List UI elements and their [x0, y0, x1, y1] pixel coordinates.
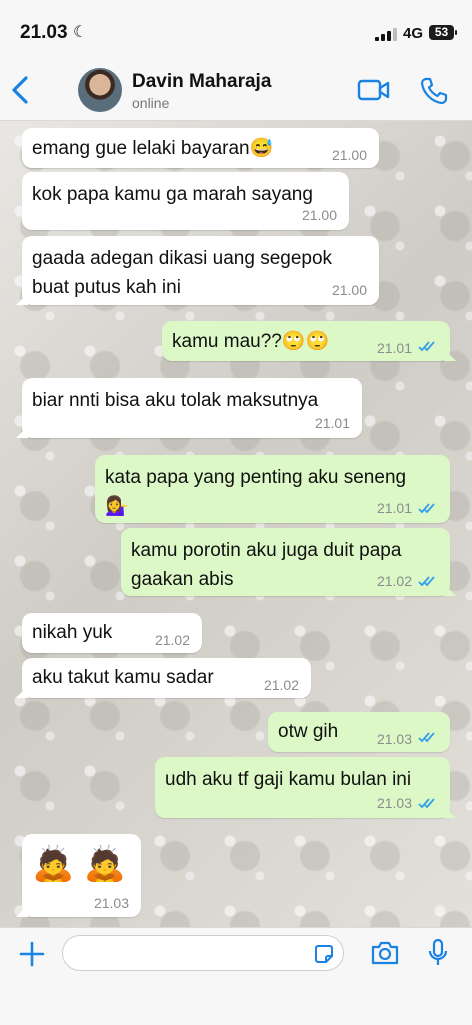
- message-text: udh aku tf gaji kamu bulan ini: [165, 769, 412, 790]
- message-text: kamu mau??🙄🙄: [172, 331, 330, 352]
- camera-button[interactable]: [370, 940, 400, 966]
- back-chevron-icon: [12, 76, 28, 104]
- camera-icon: [371, 941, 399, 965]
- contact-name[interactable]: Davin Maharaja: [132, 71, 271, 93]
- contact-status: online: [132, 95, 170, 111]
- message-bubble[interactable]: gaada adegan dikasi uang segepok buat pu…: [16, 236, 379, 305]
- read-ticks-icon: [418, 576, 435, 587]
- microphone-icon: [428, 938, 448, 965]
- attach-button[interactable]: [18, 940, 46, 968]
- plus-icon: [19, 941, 45, 967]
- status-bar: 21.03 ☾ 4G 53: [0, 0, 472, 62]
- message-bubble[interactable]: 🙇 🙇 21.03: [16, 834, 141, 917]
- battery-level: 53: [429, 25, 457, 40]
- read-ticks-icon: [418, 798, 435, 809]
- message-text: otw gih: [278, 721, 339, 742]
- status-time: 21.03: [20, 22, 68, 43]
- back-button[interactable]: [8, 70, 34, 110]
- chat-header: Davin Maharaja online: [0, 62, 472, 121]
- video-call-icon: [357, 79, 390, 101]
- message-text: kok papa kamu ga marah sayang: [32, 184, 313, 205]
- avatar[interactable]: [78, 68, 122, 112]
- voice-call-button[interactable]: [418, 75, 450, 107]
- phone-icon: [420, 77, 448, 105]
- video-call-button[interactable]: [357, 76, 391, 104]
- message-time: 21.03: [376, 795, 412, 811]
- message-time: 21.02: [376, 573, 412, 589]
- message-time: 21.01: [376, 500, 412, 516]
- message-input[interactable]: [62, 935, 344, 971]
- message-text: emang gue lelaki bayaran😅: [32, 138, 274, 159]
- message-bubble[interactable]: kata papa yang penting aku seneng 💁‍♀️ 2…: [95, 455, 450, 523]
- message-text: biar nnti bisa aku tolak maksutnya: [32, 390, 319, 411]
- message-time: 21.02: [154, 632, 190, 648]
- message-text: kata papa yang penting aku seneng 💁‍♀️: [105, 467, 407, 517]
- message-text: gaada adegan dikasi uang segepok buat pu…: [32, 248, 333, 298]
- network-type: 4G: [403, 25, 424, 42]
- message-bubble[interactable]: kok papa kamu ga marah sayang 21.00: [22, 172, 349, 230]
- sticker-button[interactable]: [314, 944, 334, 964]
- message-bubble[interactable]: kamu porotin aku juga duit papa gaakan a…: [121, 528, 456, 596]
- message-text: aku takut kamu sadar: [32, 667, 214, 688]
- sticker-icon: [315, 945, 333, 963]
- message-time: 21.01: [376, 340, 412, 356]
- read-ticks-icon: [418, 732, 435, 743]
- chat-area[interactable]: emang gue lelaki bayaran😅 21.00 kok papa…: [0, 121, 472, 927]
- read-ticks-icon: [418, 341, 435, 352]
- message-time: 21.03: [93, 895, 129, 911]
- message-bubble[interactable]: biar nnti bisa aku tolak maksutnya 21.01: [16, 378, 362, 438]
- input-bar: [0, 927, 472, 1025]
- message-bubble[interactable]: udh aku tf gaji kamu bulan ini 21.03: [155, 757, 456, 818]
- read-ticks-icon: [418, 503, 435, 514]
- message-text: 🙇 🙇: [32, 845, 127, 883]
- message-time: 21.00: [331, 282, 367, 298]
- microphone-button[interactable]: [428, 938, 448, 968]
- message-bubble[interactable]: aku takut kamu sadar 21.02: [16, 658, 311, 698]
- message-time: 21.00: [331, 147, 367, 163]
- message-time: 21.02: [263, 677, 299, 693]
- message-text: kamu porotin aku juga duit papa gaakan a…: [131, 540, 402, 590]
- message-bubble[interactable]: otw gih 21.03: [268, 712, 450, 752]
- message-time: 21.00: [301, 207, 337, 223]
- message-bubble[interactable]: nikah yuk 21.02: [22, 613, 202, 653]
- message-time: 21.01: [314, 415, 350, 431]
- message-bubble[interactable]: kamu mau??🙄🙄 21.01: [162, 321, 456, 361]
- message-bubble[interactable]: emang gue lelaki bayaran😅 21.00: [22, 128, 379, 168]
- message-time: 21.03: [376, 731, 412, 747]
- moon-icon: ☾: [73, 24, 88, 41]
- signal-icon: [375, 27, 399, 41]
- message-text: nikah yuk: [32, 622, 113, 643]
